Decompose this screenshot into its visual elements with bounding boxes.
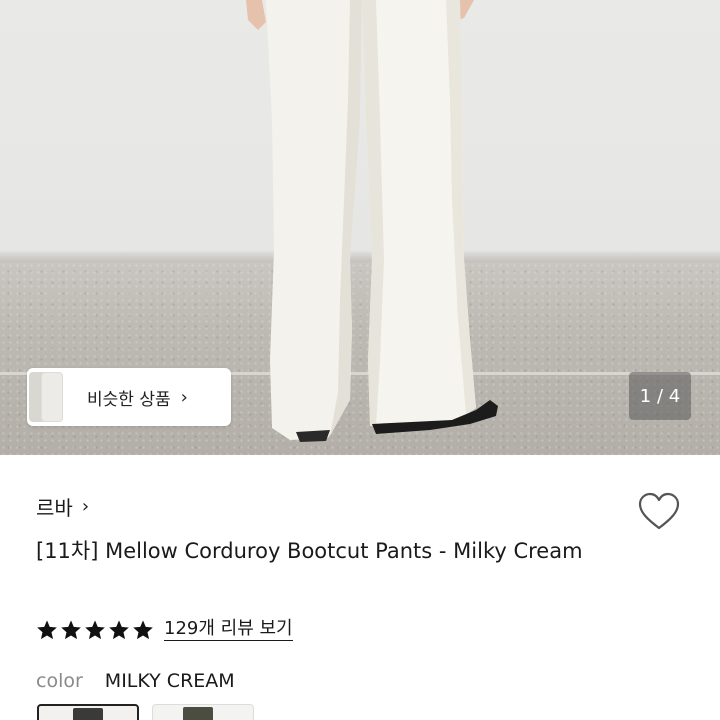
color-row: color MILKY CREAM [36,670,235,692]
color-value: MILKY CREAM [104,670,235,692]
color-swatch-selected[interactable] [37,704,139,720]
review-link[interactable]: 129개 리뷰 보기 [164,618,293,641]
swatch-thumbnail [73,708,103,720]
chevron-right-icon: › [81,496,90,517]
left-hand [246,0,266,30]
product-image-gallery[interactable]: 비슷한 상품 › 1 / 4 [0,0,720,455]
brand-link[interactable]: 르바 › [36,492,89,521]
heart-outline-icon[interactable] [637,492,681,532]
similar-products-label: 비슷한 상품 [87,389,171,410]
swatch-thumbnail [183,707,213,720]
similar-products-thumbnails [27,368,67,426]
star-filled-icon [37,619,57,639]
color-swatch-option[interactable] [152,704,254,720]
image-page-indicator: 1 / 4 [629,372,691,420]
left-shoe [296,430,330,442]
similar-products-button[interactable]: 비슷한 상품 › [27,368,231,426]
product-title: [11차] Mellow Corduroy Bootcut Pants - Mi… [36,539,583,563]
star-filled-icon [61,619,81,639]
star-filled-icon [133,619,153,639]
color-label: color [36,670,83,692]
star-filled-icon [109,619,129,639]
chevron-right-icon: › [180,386,188,408]
brand-name: 르바 [36,496,73,520]
rating-stars [36,619,156,641]
star-filled-icon [85,619,105,639]
rating-row: 129개 리뷰 보기 [36,618,293,641]
